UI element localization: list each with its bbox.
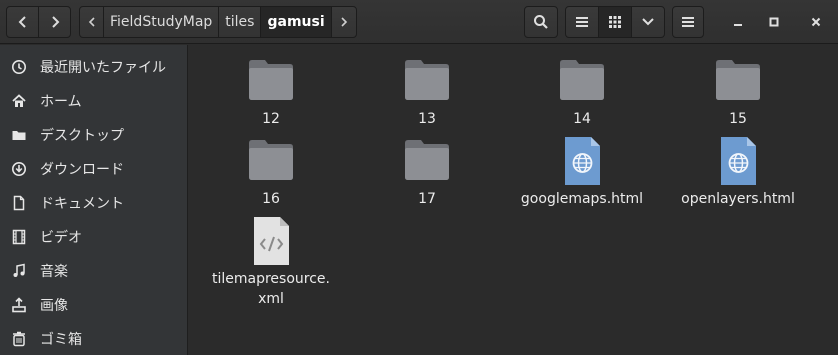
path-item-tiles[interactable]: tiles	[219, 7, 262, 37]
minimize-icon	[734, 24, 742, 26]
sidebar-item-label: 最近開いたファイル	[40, 60, 166, 76]
desktop-folder-icon	[10, 126, 28, 144]
search-icon	[534, 15, 548, 29]
home-icon	[10, 92, 28, 110]
sidebar-item-documents[interactable]: ドキュメント	[0, 186, 188, 220]
sidebar-item-videos[interactable]: ビデオ	[0, 220, 188, 254]
pictures-icon	[10, 296, 28, 314]
view-grid-icon	[609, 16, 621, 28]
file-item-folder-12[interactable]: 12	[196, 57, 346, 129]
maximize-button[interactable]	[762, 10, 786, 34]
sidebar-item-music[interactable]: 音楽	[0, 254, 188, 288]
chevron-down-icon	[642, 18, 654, 26]
view-grid-button[interactable]	[598, 6, 632, 38]
file-item-folder-13[interactable]: 13	[352, 57, 502, 129]
view-list-icon	[576, 17, 588, 27]
trash-icon	[10, 330, 28, 348]
sidebar-item-home[interactable]: ホーム	[0, 84, 188, 118]
folder-icon	[249, 140, 293, 180]
sidebar-item-label: 画像	[40, 298, 68, 314]
path-item-gamusi[interactable]: gamusi	[261, 7, 332, 37]
file-name: googlemaps.html	[520, 191, 644, 207]
file-name: 13	[418, 111, 436, 127]
file-name: 17	[418, 191, 436, 207]
sidebar-item-label: 音楽	[40, 264, 68, 280]
chevron-left-icon	[88, 17, 95, 27]
file-name: 14	[573, 111, 591, 127]
sidebar-item-label: ホーム	[40, 94, 82, 110]
file-item-tilemapresource-xml[interactable]: tilemapresource. xml	[196, 217, 346, 309]
html-file-icon	[721, 137, 756, 185]
folder-icon	[560, 60, 604, 100]
sidebar-item-trash[interactable]: ゴミ箱	[0, 322, 188, 355]
document-icon	[10, 194, 28, 212]
file-name: 15	[729, 111, 747, 127]
file-name: tilemapresource. xml	[196, 269, 346, 309]
file-name: openlayers.html	[681, 191, 795, 207]
download-icon	[10, 160, 28, 178]
html-file-icon	[565, 137, 600, 185]
maximize-icon	[769, 17, 779, 27]
file-grid: 12 13 14 15 16 17 googlemaps.html openla…	[189, 45, 838, 355]
folder-icon	[405, 60, 449, 100]
path-bar: FieldStudyMap tiles gamusi	[79, 6, 357, 38]
video-icon	[10, 228, 28, 246]
folder-icon	[249, 60, 293, 100]
forward-button[interactable]	[38, 6, 71, 38]
folder-icon	[405, 140, 449, 180]
file-name-line2: xml	[258, 291, 284, 307]
music-icon	[10, 262, 28, 280]
sidebar-item-downloads[interactable]: ダウンロード	[0, 152, 188, 186]
file-name-line1: tilemapresource.	[212, 271, 330, 287]
sidebar-item-label: ダウンロード	[40, 162, 124, 178]
close-icon	[811, 17, 821, 27]
sidebar-item-label: ゴミ箱	[40, 332, 82, 348]
file-name: 12	[262, 111, 280, 127]
sidebar-item-pictures[interactable]: 画像	[0, 288, 188, 322]
file-item-folder-14[interactable]: 14	[507, 57, 657, 129]
close-button[interactable]	[804, 10, 828, 34]
sidebar-item-desktop[interactable]: デスクトップ	[0, 118, 188, 152]
hamburger-menu-icon	[682, 17, 694, 27]
file-item-folder-17[interactable]: 17	[352, 137, 502, 209]
file-item-folder-15[interactable]: 15	[663, 57, 813, 129]
view-list-button[interactable]	[565, 6, 599, 38]
go-previous-icon	[18, 16, 26, 28]
file-item-openlayers-html[interactable]: openlayers.html	[663, 137, 813, 209]
go-next-icon	[51, 16, 59, 28]
path-scroll-right-button[interactable]	[332, 7, 356, 37]
xml-file-icon	[254, 217, 289, 265]
sidebar-item-recent[interactable]: 最近開いたファイル	[0, 50, 188, 84]
file-item-googlemaps-html[interactable]: googlemaps.html	[507, 137, 657, 209]
back-button[interactable]	[6, 6, 39, 38]
menu-button[interactable]	[672, 6, 704, 38]
folder-icon	[716, 60, 760, 100]
path-item-fieldstudymap[interactable]: FieldStudyMap	[104, 7, 220, 37]
minimize-button[interactable]	[726, 10, 750, 34]
view-options-button[interactable]	[631, 6, 665, 38]
file-name: 16	[262, 191, 280, 207]
sidebar: 最近開いたファイル ホーム デスクトップ ダウンロード ドキュメント ビデオ 音…	[0, 45, 188, 355]
header-bar: FieldStudyMap tiles gamusi	[0, 0, 838, 44]
recent-icon	[10, 58, 28, 76]
search-button[interactable]	[524, 6, 558, 38]
sidebar-item-label: ドキュメント	[40, 196, 124, 212]
sidebar-item-label: デスクトップ	[40, 128, 124, 144]
path-scroll-left-button[interactable]	[80, 7, 104, 37]
sidebar-item-label: ビデオ	[40, 230, 82, 246]
file-item-folder-16[interactable]: 16	[196, 137, 346, 209]
chevron-right-icon	[341, 17, 347, 27]
